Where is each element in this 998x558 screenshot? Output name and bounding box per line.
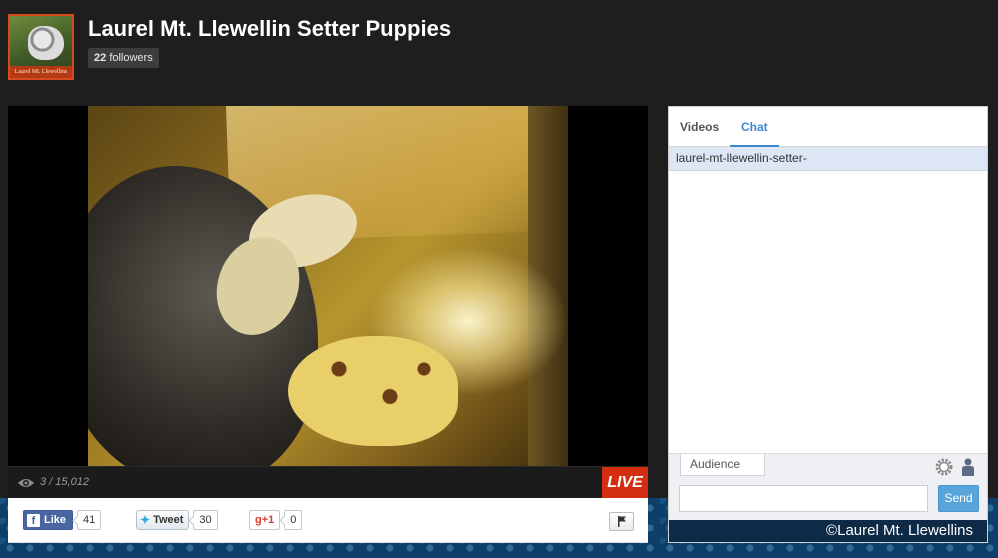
tweet-button[interactable]: ✦ Tweet [136,510,190,530]
viewer-count: 3 / 15,012 [40,476,89,488]
send-button[interactable]: Send [938,485,979,512]
tweet-widget: ✦ Tweet 30 [136,510,218,530]
player-control-bar: 3 / 15,012 LIVE [8,466,648,499]
google-plus-count: 0 [284,510,303,530]
followers-label: followers [109,52,153,64]
google-plus-button[interactable]: g +1 [249,510,281,530]
followers-count: 22 [94,52,107,64]
google-plus-label: +1 [261,514,275,526]
report-flag-button[interactable] [609,512,634,531]
chat-panel: Videos Chat laurel-mt-llewellin-setter- … [668,106,988,543]
tab-videos[interactable]: Videos [669,107,730,147]
chat-footer: Audience Send ©Laurel Mt. Llewellins [669,453,987,542]
eye-icon [18,479,34,487]
facebook-like-count: 41 [77,510,102,530]
avatar-caption: Laurel Mt. Llewellins [10,66,72,78]
tweet-count: 30 [193,510,218,530]
tweet-label: Tweet [153,514,184,526]
channel-header: Laurel Mt. Llewellins Laurel Mt. Llewell… [0,0,998,100]
facebook-icon: f [27,513,40,527]
video-frame[interactable] [88,106,568,466]
audience-tab[interactable]: Audience [680,454,765,476]
google-plus-widget: g +1 0 [249,510,303,530]
facebook-like-button[interactable]: f Like [23,510,74,530]
channel-title[interactable]: Laurel Mt. Llewellin Setter Puppies [88,16,451,42]
facebook-like-label: Like [44,514,67,526]
chat-channel-name[interactable]: laurel-mt-llewellin-setter- [669,147,987,171]
facebook-like-widget: f Like 41 [23,510,102,530]
avatar-dog-image [28,26,64,60]
gear-icon[interactable] [935,458,953,476]
video-player[interactable]: 3 / 15,012 LIVE [8,106,648,499]
chat-message-input[interactable] [679,485,928,512]
channel-avatar[interactable]: Laurel Mt. Llewellins [8,14,74,80]
live-badge: LIVE [602,467,648,499]
flag-icon [617,516,626,527]
google-plus-icon: g [255,514,262,526]
video-scene-pillow [288,336,458,446]
tab-chat[interactable]: Chat [730,107,779,147]
followers-badge[interactable]: 22 followers [88,48,159,68]
social-share-bar: f Like 41 ✦ Tweet 30 g +1 0 [8,498,648,543]
user-icon[interactable] [961,458,975,476]
copyright-watermark: ©Laurel Mt. Llewellins [669,520,987,542]
chat-tab-bar: Videos Chat [669,107,987,147]
twitter-bird-icon: ✦ [140,513,151,527]
